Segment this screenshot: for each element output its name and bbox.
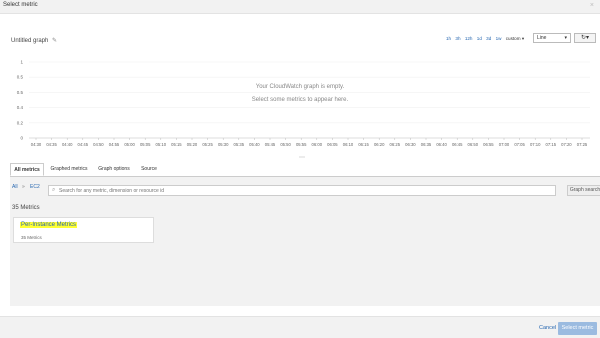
x-tick-label: 05:10 xyxy=(156,142,167,147)
breadcrumb-ec2[interactable]: EC2 xyxy=(30,184,40,190)
x-tick-label: 06:45 xyxy=(452,142,463,147)
cancel-button[interactable]: Cancel xyxy=(539,325,556,331)
x-tick-label: 05:40 xyxy=(249,142,260,147)
y-tick-label: 0.4 xyxy=(17,105,24,110)
search-icon: ⌕ xyxy=(52,187,56,193)
dialog-footer: Cancel Select metric xyxy=(0,316,600,338)
y-tick-label: 0 xyxy=(20,136,23,141)
graph-type-select[interactable]: Line ▾ xyxy=(533,33,571,43)
range-custom[interactable]: custom ▾ xyxy=(506,36,524,42)
graph-title[interactable]: Untitled graph xyxy=(11,38,48,44)
graph-header: Untitled graph ✎ 1h 3h 12h 1d 3d 1w cust… xyxy=(0,30,600,52)
per-instance-metrics-card[interactable]: Per-Instance Metrics 35 Metrics xyxy=(13,217,154,243)
x-tick-label: 06:35 xyxy=(421,142,432,147)
y-tick-label: 1 xyxy=(20,60,23,65)
x-tick-label: 07:15 xyxy=(546,142,557,147)
breadcrumb-separator: » xyxy=(22,184,25,190)
tab-all-metrics[interactable]: All metrics xyxy=(10,163,44,176)
chart-svg: 1 0.5 0.5 0.4 0.2 0 04:30 04:35 04:40 04:45 04:50 0… xyxy=(17,60,590,147)
x-tick-label: 05:00 xyxy=(124,142,135,147)
dialog-title: Select metric xyxy=(3,2,38,8)
x-tick-label: 06:50 xyxy=(468,142,479,147)
metrics-count: 35 Metrics xyxy=(12,205,40,211)
x-tick-label: 07:25 xyxy=(577,142,588,147)
x-tick-label: 06:10 xyxy=(343,142,354,147)
x-tick-label: 06:20 xyxy=(374,142,385,147)
x-tick-label: 05:50 xyxy=(280,142,291,147)
refresh-icon: ↻▾ xyxy=(580,35,590,41)
range-1h[interactable]: 1h xyxy=(446,36,451,41)
x-tick-label: 06:30 xyxy=(405,142,416,147)
x-tick-label: 04:45 xyxy=(78,142,89,147)
x-tick-label: 05:55 xyxy=(296,142,307,147)
x-tick-label: 06:15 xyxy=(358,142,369,147)
x-tick-label: 05:20 xyxy=(187,142,198,147)
x-tick-label: 04:55 xyxy=(109,142,120,147)
metrics-browser: All » EC2 ⌕ Graph search 35 Metrics Per-… xyxy=(10,176,600,306)
x-tick-label: 05:30 xyxy=(218,142,229,147)
x-tick-label: 05:25 xyxy=(202,142,213,147)
caret-down-icon: ▾ xyxy=(564,35,567,41)
range-12h[interactable]: 12h xyxy=(465,36,473,41)
search-box: ⌕ xyxy=(48,185,556,196)
x-tick-label: 05:35 xyxy=(234,142,245,147)
breadcrumb-all[interactable]: All xyxy=(12,184,18,190)
x-tick-label: 07:10 xyxy=(530,142,541,147)
x-tick-label: 06:55 xyxy=(483,142,494,147)
graph-area: 1 0.5 0.5 0.4 0.2 0 04:30 04:35 04:40 04:45 04:50 0… xyxy=(0,50,600,160)
x-tick-label: 06:00 xyxy=(312,142,323,147)
card-title: Per-Instance Metrics xyxy=(20,222,78,228)
refresh-button[interactable]: ↻▾ xyxy=(574,33,596,43)
x-tick-label: 06:25 xyxy=(390,142,401,147)
close-icon[interactable]: × xyxy=(590,2,594,9)
card-count: 35 Metrics xyxy=(21,235,42,240)
x-tick-label: 07:05 xyxy=(514,142,525,147)
x-tick-label: 04:30 xyxy=(31,142,42,147)
y-tick-label: 0.2 xyxy=(17,120,24,125)
pencil-icon[interactable]: ✎ xyxy=(52,37,57,44)
select-metric-button[interactable]: Select metric xyxy=(558,322,597,335)
x-tick-label: 04:50 xyxy=(93,142,104,147)
x-tick-label: 05:45 xyxy=(265,142,276,147)
time-range-selector: 1h 3h 12h 1d 3d 1w custom ▾ xyxy=(446,36,527,42)
graph-search-button[interactable]: Graph search xyxy=(567,185,600,196)
y-tick-label: 0.5 xyxy=(17,75,24,80)
graph-type-value: Line xyxy=(537,35,547,41)
x-tick-label: 04:35 xyxy=(46,142,57,147)
empty-graph-hint: Select some metrics to appear here. xyxy=(251,97,349,103)
x-tick-label: 06:40 xyxy=(436,142,447,147)
x-tick-label: 04:40 xyxy=(62,142,73,147)
x-tick-label: 07:20 xyxy=(561,142,572,147)
tab-graphed-metrics[interactable]: Graphed metrics xyxy=(46,163,92,176)
range-1d[interactable]: 1d xyxy=(477,36,482,41)
y-tick-label: 0.5 xyxy=(17,90,24,95)
tab-source[interactable]: Source xyxy=(136,163,162,176)
range-1w[interactable]: 1w xyxy=(496,36,502,41)
x-tick-label: 05:05 xyxy=(140,142,151,147)
range-3h[interactable]: 3h xyxy=(455,36,460,41)
x-tick-label: 05:15 xyxy=(171,142,182,147)
dialog-titlebar: Select metric × xyxy=(0,0,600,14)
tab-graph-options[interactable]: Graph options xyxy=(94,163,134,176)
search-input[interactable] xyxy=(59,187,549,195)
x-tick-label: 07:00 xyxy=(499,142,510,147)
resize-handle[interactable]: ⋯ xyxy=(299,154,305,161)
range-3d[interactable]: 3d xyxy=(486,36,491,41)
x-tick-label: 06:05 xyxy=(327,142,338,147)
empty-graph-message: Your CloudWatch graph is empty. xyxy=(255,84,345,90)
